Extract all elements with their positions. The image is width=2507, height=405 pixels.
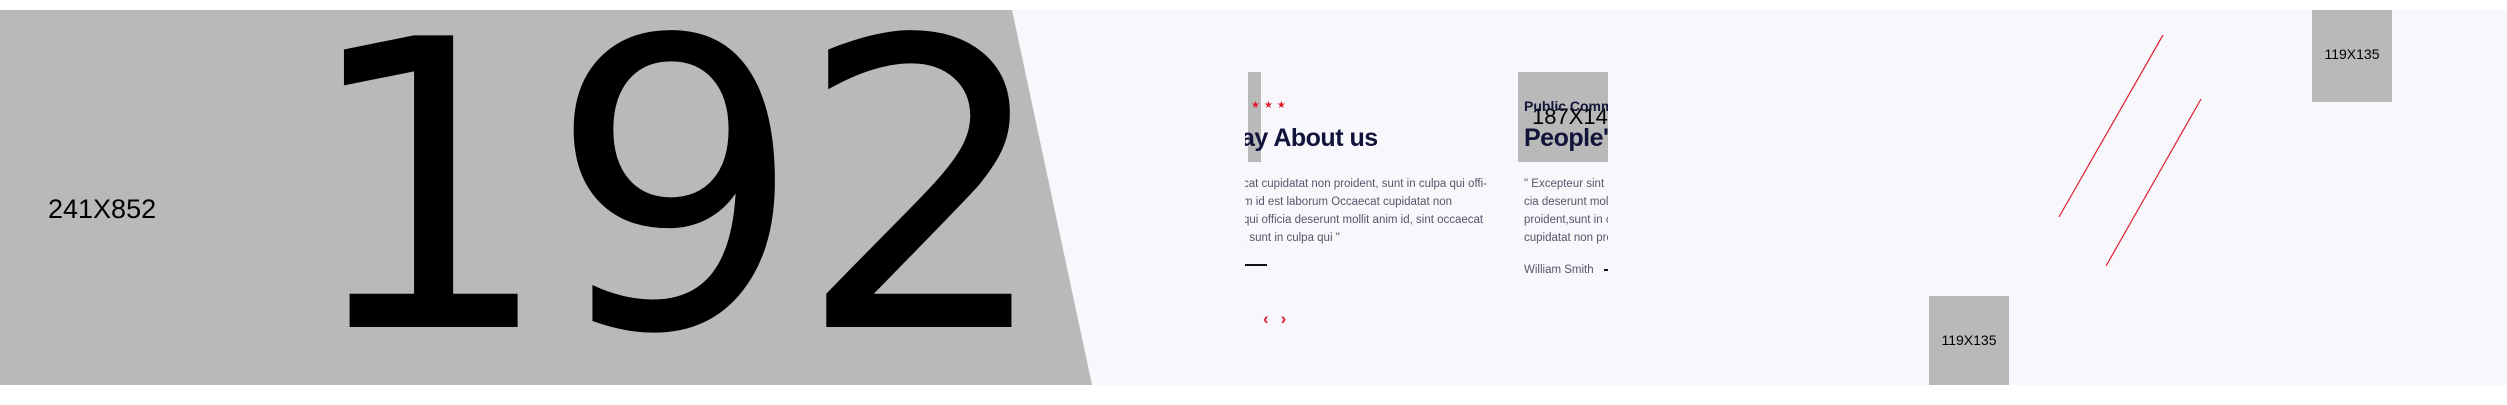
thumbnail-label: 119X135 (1941, 332, 1997, 348)
thumbnail-placeholder: 119X135 (2312, 10, 2392, 102)
decorative-line (2105, 98, 2202, 267)
decorative-lines (2058, 34, 2202, 267)
page-section: 1920 241X852 ★★★ ay About us cat cupidat… (0, 10, 2507, 385)
thumbnail-label: 119X135 (2324, 46, 2380, 62)
thumbnail-placeholder: 119X135 (1929, 296, 2009, 385)
decorative-line (2058, 34, 2164, 218)
